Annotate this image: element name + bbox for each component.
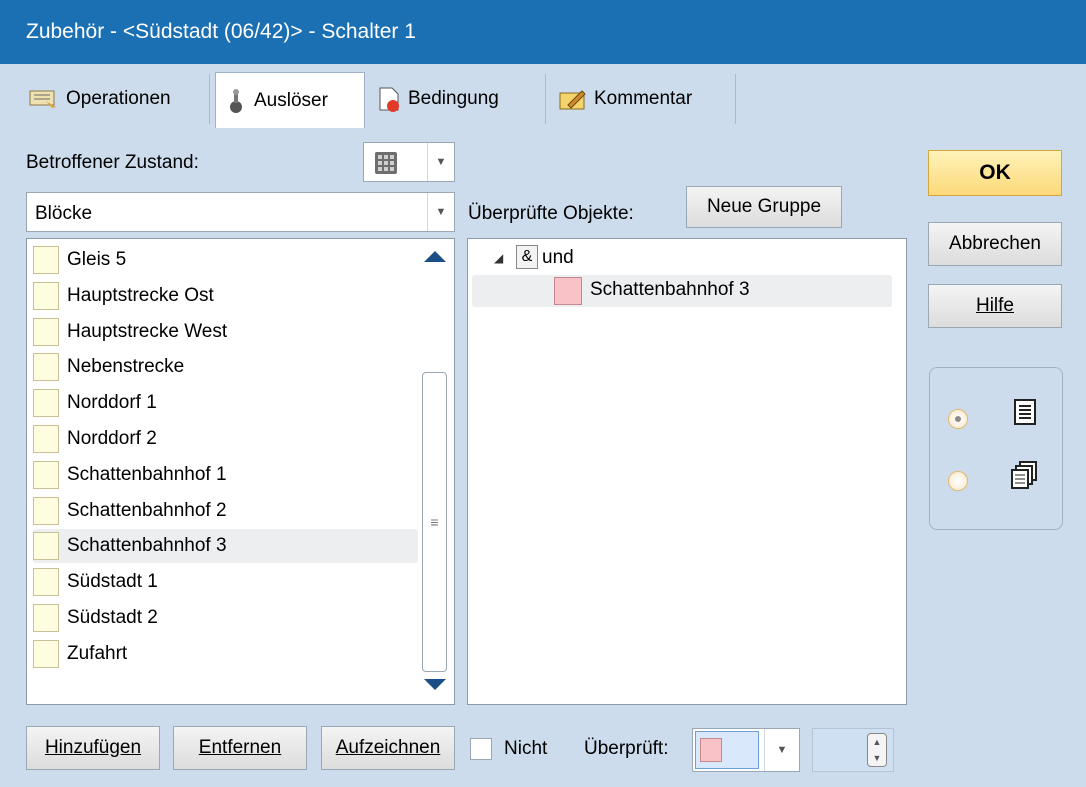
block-swatch xyxy=(33,389,59,418)
affected-state-label: Betroffener Zustand: xyxy=(26,152,199,173)
tab-label: Kommentar xyxy=(594,88,693,109)
tab-kommentar[interactable]: Kommentar xyxy=(550,74,736,124)
help-label: Hilfe xyxy=(975,295,1014,316)
list-item-label: Gleis 5 xyxy=(67,249,127,270)
block-swatch xyxy=(33,246,59,274)
grip-icon: ≡ xyxy=(430,514,439,530)
list-item[interactable]: Hauptstrecke West xyxy=(33,315,418,349)
operations-icon xyxy=(29,90,56,108)
list-item[interactable]: Zufahrt xyxy=(33,637,418,671)
checked-swatch xyxy=(554,277,582,305)
record-label: Aufzeichnen xyxy=(335,737,441,758)
list-item-label: Schattenbahnhof 3 xyxy=(67,535,227,557)
checked-objects-label: Überprüfte Objekte: xyxy=(468,203,634,224)
block-swatch xyxy=(33,353,59,382)
scroll-thumb[interactable]: ≡ xyxy=(422,372,447,672)
add-button[interactable]: Hinzufügen xyxy=(26,726,160,770)
tab-label: Operationen xyxy=(66,88,171,109)
cancel-button[interactable]: Abbrechen xyxy=(928,222,1062,266)
list-item-label: Schattenbahnhof 1 xyxy=(67,463,227,485)
checked-objects-tree[interactable]: ◢ & und Schattenbahnhof 3 xyxy=(467,238,907,705)
record-button[interactable]: Aufzeichnen xyxy=(321,726,455,770)
stacked-pages-icon xyxy=(1011,461,1037,489)
chevron-down-icon: ▼ xyxy=(764,729,799,771)
title-bar: Zubehör - <Südstadt (06/42)> - Schalter … xyxy=(0,0,1086,64)
trigger-icon xyxy=(230,88,242,113)
new-group-button[interactable]: Neue Gruppe xyxy=(686,186,842,228)
list-item-label: Hauptstrecke Ost xyxy=(67,284,214,306)
expand-icon[interactable]: ◢ xyxy=(494,251,503,265)
view-mode-group xyxy=(929,367,1063,530)
condition-icon xyxy=(379,87,399,112)
block-swatch xyxy=(33,425,59,453)
add-label: Hinzufügen xyxy=(44,737,142,758)
block-swatch xyxy=(33,639,59,668)
category-dropdown[interactable]: Blöcke ▼ xyxy=(26,192,455,232)
tab-bedingung[interactable]: Bedingung xyxy=(368,74,546,124)
scroll-down-icon[interactable] xyxy=(424,679,446,690)
list-item-label: Schattenbahnhof 2 xyxy=(67,499,227,521)
list-scrollbar[interactable]: ≡ xyxy=(418,239,454,704)
list-item[interactable]: Norddorf 2 xyxy=(33,422,418,456)
list-item[interactable]: Schattenbahnhof 3 xyxy=(33,529,418,564)
list-item-label: Südstadt 1 xyxy=(67,571,158,593)
value-spinner[interactable]: ▲ ▼ xyxy=(812,728,894,772)
state-view-dropdown[interactable]: ▼ xyxy=(363,142,455,182)
list-view-radio[interactable] xyxy=(948,409,968,429)
tab-strip: Operationen Auslöser Bedingung Kommentar xyxy=(0,64,1086,128)
remove-label: Entfernen xyxy=(198,737,282,758)
list-item-label: Hauptstrecke West xyxy=(67,320,228,342)
list-item-label: Zufahrt xyxy=(67,642,128,664)
block-swatch xyxy=(33,532,59,561)
list-item[interactable]: Hauptstrecke Ost xyxy=(33,279,418,313)
ok-button[interactable]: OK xyxy=(928,150,1062,196)
checked-swatch xyxy=(700,738,722,762)
block-swatch xyxy=(33,317,59,346)
tab-operationen[interactable]: Operationen xyxy=(20,74,210,124)
list-item-label: Südstadt 2 xyxy=(67,607,158,628)
list-item[interactable]: Schattenbahnhof 2 xyxy=(33,494,418,528)
tab-ausloeser[interactable]: Auslöser xyxy=(215,72,365,128)
list-item[interactable]: Norddorf 1 xyxy=(33,386,418,420)
block-swatch xyxy=(33,568,59,597)
spinner-arrows-icon[interactable]: ▲ ▼ xyxy=(867,733,887,767)
stacked-view-radio[interactable] xyxy=(948,471,968,491)
list-item[interactable]: Gleis 5 xyxy=(33,243,418,277)
tab-label: Bedingung xyxy=(408,88,499,109)
scroll-up-icon[interactable] xyxy=(424,251,446,262)
comment-icon xyxy=(559,90,586,110)
and-group-icon: & xyxy=(516,245,538,269)
help-button[interactable]: Hilfe xyxy=(928,284,1062,328)
checked-state-dropdown[interactable]: ▼ xyxy=(692,728,800,772)
chevron-down-icon: ▼ xyxy=(427,193,454,231)
chevron-down-icon: ▼ xyxy=(427,143,454,181)
list-item[interactable]: Nebenstrecke xyxy=(33,350,418,384)
list-item[interactable]: Südstadt 1 xyxy=(33,565,418,599)
tree-group-label[interactable]: und xyxy=(542,247,574,269)
block-swatch xyxy=(33,604,59,632)
list-item[interactable]: Südstadt 2 xyxy=(33,601,418,635)
checked-label: Überprüft: xyxy=(584,738,669,759)
tree-item-label: Schattenbahnhof 3 xyxy=(590,279,750,300)
list-item[interactable]: Schattenbahnhof 1 xyxy=(33,458,418,492)
list-item-label: Nebenstrecke xyxy=(67,356,185,378)
selected-state-cell xyxy=(695,731,759,769)
list-item-label: Norddorf 2 xyxy=(67,428,157,449)
block-swatch xyxy=(33,281,59,310)
not-label: Nicht xyxy=(504,738,548,759)
tab-label: Auslöser xyxy=(254,89,328,111)
tree-item[interactable]: Schattenbahnhof 3 xyxy=(472,275,892,307)
block-swatch xyxy=(33,496,59,525)
grid-icon xyxy=(375,152,397,174)
block-swatch xyxy=(33,460,59,489)
list-view-icon xyxy=(1014,399,1036,425)
category-value: Blöcke xyxy=(35,203,93,224)
remove-button[interactable]: Entfernen xyxy=(173,726,307,770)
not-checkbox[interactable] xyxy=(470,738,492,760)
window-title: Zubehör - <Südstadt (06/42)> - Schalter … xyxy=(26,20,416,43)
list-item-label: Norddorf 1 xyxy=(67,392,157,414)
blocks-list[interactable]: Gleis 5 Hauptstrecke Ost Hauptstrecke West… xyxy=(26,238,455,705)
